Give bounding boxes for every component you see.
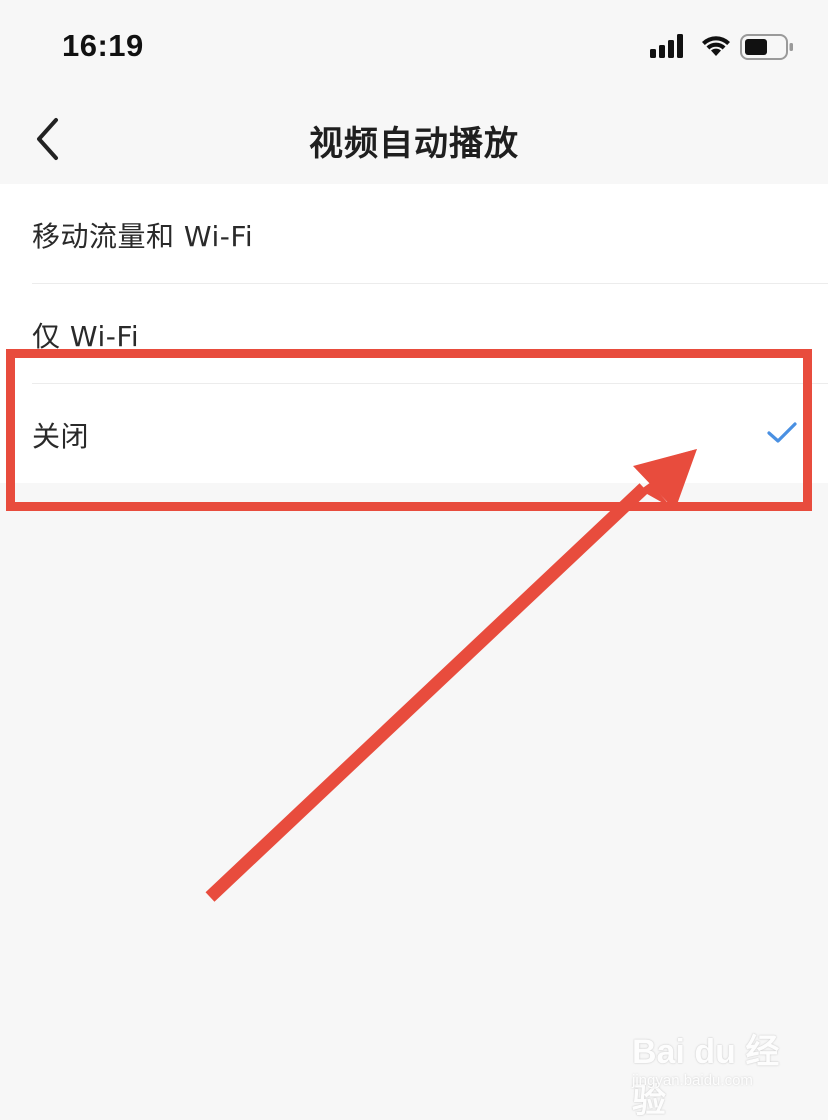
battery-icon: [740, 34, 793, 60]
wifi-icon: [702, 36, 730, 56]
option-label: 移动流量和 Wi-Fi: [32, 220, 254, 253]
option-list: 移动流量和 Wi-Fi 仅 Wi-Fi 关闭: [0, 184, 828, 483]
nav-bar: 视频自动播放: [0, 96, 828, 184]
watermark: Bai du 经验 jingyan.baidu.com: [632, 1010, 782, 1120]
status-time: 16:19: [62, 28, 144, 63]
screen: 16:19 视频自动播放 移动流量和 Wi-Fi 仅 Wi-Fi 关闭 Bai …: [0, 0, 828, 1120]
option-item-off[interactable]: 关闭: [32, 384, 828, 483]
page-title: 视频自动播放: [309, 124, 519, 164]
checkmark-icon: [767, 422, 797, 443]
watermark-url: jingyan.baidu.com: [632, 1072, 753, 1089]
option-item-mobile-and-wifi[interactable]: 移动流量和 Wi-Fi: [32, 184, 828, 284]
option-label: 关闭: [32, 420, 90, 453]
option-item-wifi-only[interactable]: 仅 Wi-Fi: [32, 284, 828, 384]
cellular-signal-icon: [650, 34, 683, 58]
status-bar: 16:19: [0, 0, 828, 96]
option-label: 仅 Wi-Fi: [32, 320, 140, 353]
